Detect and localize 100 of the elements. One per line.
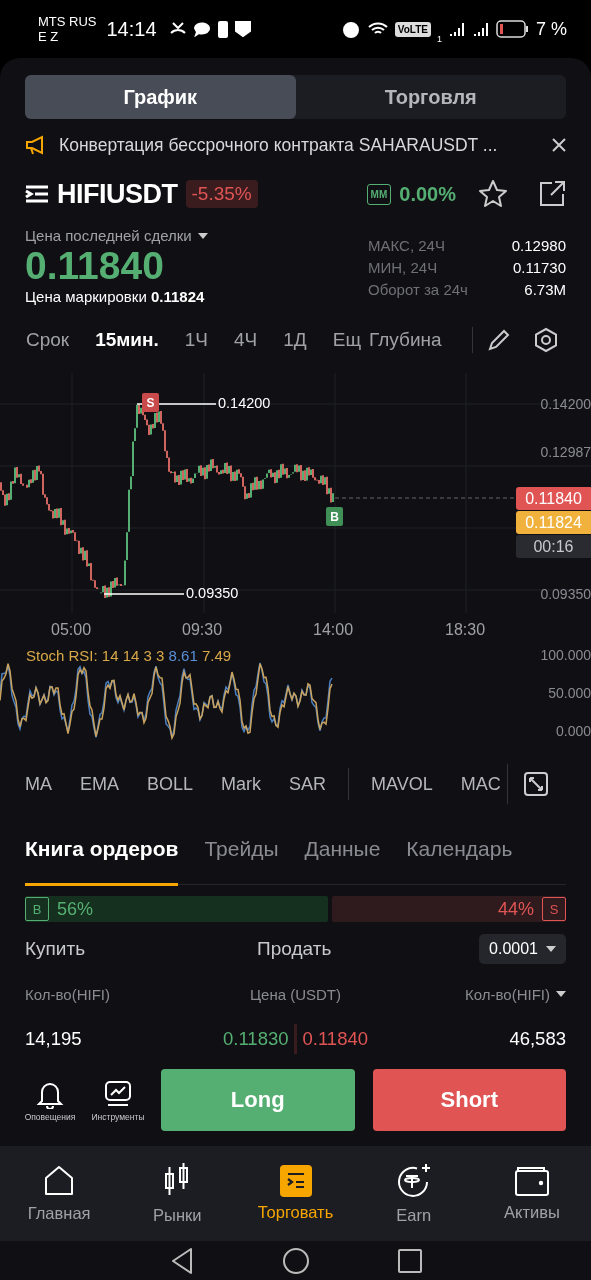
volte-badge: VoLTE (394, 21, 431, 37)
battery-icon (495, 19, 530, 39)
notice-text[interactable]: Конвертация бессрочного контракта SAHARAUSDT ... (59, 134, 540, 156)
nav-tab[interactable]: Торговать (257, 1203, 334, 1222)
trade-icon[interactable] (279, 1165, 312, 1197)
recents-icon[interactable] (397, 1248, 422, 1273)
signal-icon (471, 21, 490, 37)
dropdown-caret-icon[interactable] (197, 232, 208, 239)
stat-label: Оборот за 24ч (368, 281, 469, 298)
indicator-tab[interactable]: MAC (460, 773, 501, 795)
column-header: Цена (USDT) (248, 985, 342, 1003)
indicator-tab[interactable]: MA (25, 773, 52, 795)
precision-dropdown[interactable]: 0.0001 (479, 934, 566, 964)
x-axis-label: 14:00 (313, 621, 354, 639)
star-icon[interactable] (478, 179, 508, 209)
tool-label[interactable]: Инструменты (91, 1111, 145, 1122)
settings-icon[interactable] (532, 327, 559, 353)
symbol-name[interactable]: HIFIUSDT (57, 178, 178, 210)
low-price-marker: 0.09350 (186, 585, 239, 601)
stat-label: МИН, 24Ч (368, 259, 439, 276)
sell-percent: 44% (497, 898, 534, 920)
countdown-tag: 00:16 (516, 535, 591, 558)
chart-screen-icon[interactable] (103, 1078, 133, 1109)
book-tab[interactable]: Книга ордеров (25, 815, 179, 886)
pencil-icon[interactable] (486, 328, 511, 352)
interval-tab[interactable]: Глубина (369, 329, 442, 351)
book-tab[interactable]: Данные (304, 815, 381, 886)
last-price: 0.11840 (25, 244, 165, 288)
interval-tab[interactable]: 15мин. (95, 329, 159, 351)
sell-trade-marker: S (142, 393, 159, 412)
column-header: Кол-во(HIFI) (25, 985, 111, 1003)
book-tab[interactable]: Календарь (406, 815, 513, 886)
mm-rate: 0.00% (399, 182, 456, 206)
stoch-rsi-legend: Stoch RSI: 14 14 3 3 8.61 7.49 (26, 647, 232, 664)
ask-quantity: 46,583 (508, 1028, 566, 1050)
y-axis-label: 0.12987 (540, 444, 591, 460)
dropdown-caret-icon (546, 946, 556, 952)
close-icon[interactable] (552, 138, 566, 152)
mark-price-tag: 0.11824 (516, 511, 591, 534)
interval-tab[interactable]: 1Ч (184, 329, 209, 351)
nav-tab[interactable]: Активы (504, 1203, 560, 1222)
buy-badge: B (25, 897, 49, 921)
x-axis-label: 18:30 (445, 621, 486, 639)
network-type: E Z (38, 29, 60, 44)
mm-badge: MM (366, 183, 392, 205)
nav-tab[interactable]: Рынки (153, 1206, 202, 1225)
y-axis-label: 0.000 (555, 723, 591, 739)
high-price-marker: 0.14200 (218, 395, 271, 411)
view-tab[interactable]: График (25, 75, 296, 119)
buy-heading: Купить (25, 938, 86, 960)
carrier-name: MTS RUS (38, 14, 97, 29)
indicator-tab[interactable]: SAR (289, 773, 327, 795)
message-icon (192, 21, 211, 37)
indicator-tab[interactable]: BOLL (147, 773, 194, 795)
share-icon[interactable] (538, 180, 566, 208)
stat-label: МАКС, 24Ч (368, 237, 446, 254)
home-circle-icon[interactable] (281, 1246, 310, 1275)
sell-heading: Продать (257, 938, 332, 960)
stat-value: 0.11730 (511, 259, 566, 276)
nav-tab[interactable]: Главная (27, 1204, 91, 1223)
change-badge: -5.35% (185, 180, 258, 208)
last-price-tag: 0.11840 (516, 487, 591, 510)
back-icon[interactable] (169, 1246, 194, 1275)
signal-icon (447, 21, 466, 37)
stat-value: 6.73M (523, 281, 566, 298)
short-button[interactable]: Short (372, 1069, 566, 1131)
interval-tab[interactable]: 4Ч (234, 329, 258, 351)
sim-index: 1 (436, 34, 442, 44)
clock: 14:14 (106, 17, 157, 41)
shield-icon (234, 20, 251, 38)
interval-tab[interactable]: Срок (26, 329, 70, 351)
buy-percent: 56% (57, 898, 94, 920)
mark-price: Цена маркировки 0.11824 (25, 288, 206, 305)
y-axis-label: 0.09350 (540, 586, 591, 602)
dropdown-caret-icon[interactable] (556, 991, 566, 997)
y-axis-label: 100.000 (540, 647, 591, 663)
y-axis-label: 0.14200 (540, 396, 591, 412)
x-axis-label: 09:30 (182, 621, 223, 639)
view-tab[interactable]: Торговля (295, 75, 566, 119)
column-header[interactable]: Кол-во(HIFI) (465, 985, 550, 1003)
ask-price: 0.11840 (302, 1028, 368, 1050)
tool-label[interactable]: Оповещения (24, 1111, 76, 1122)
book-tab[interactable]: Трейды (204, 815, 279, 886)
indicator-tab[interactable]: MAVOL (371, 773, 433, 795)
y-axis-label: 50.000 (548, 685, 591, 701)
price-type-label[interactable]: Цена последней сделки (25, 227, 192, 244)
buy-trade-marker: B (326, 507, 343, 526)
sell-badge: S (542, 897, 566, 921)
bid-price: 0.11830 (223, 1028, 289, 1050)
x-axis-label: 05:00 (51, 621, 92, 639)
interval-tab[interactable]: Ещ (332, 329, 361, 351)
battery-percent: 7 % (535, 18, 567, 40)
interval-tab[interactable]: 1Д (283, 329, 307, 351)
bid-quantity: 14,195 (25, 1028, 83, 1050)
indicator-tab[interactable]: Mark (221, 773, 262, 795)
indicator-tab[interactable]: EMA (80, 773, 119, 795)
nav-tab[interactable]: Earn (396, 1206, 432, 1225)
symbol-menu-icon[interactable] (25, 184, 49, 204)
stat-value: 0.12980 (511, 237, 566, 254)
fullscreen-icon[interactable] (523, 772, 548, 796)
